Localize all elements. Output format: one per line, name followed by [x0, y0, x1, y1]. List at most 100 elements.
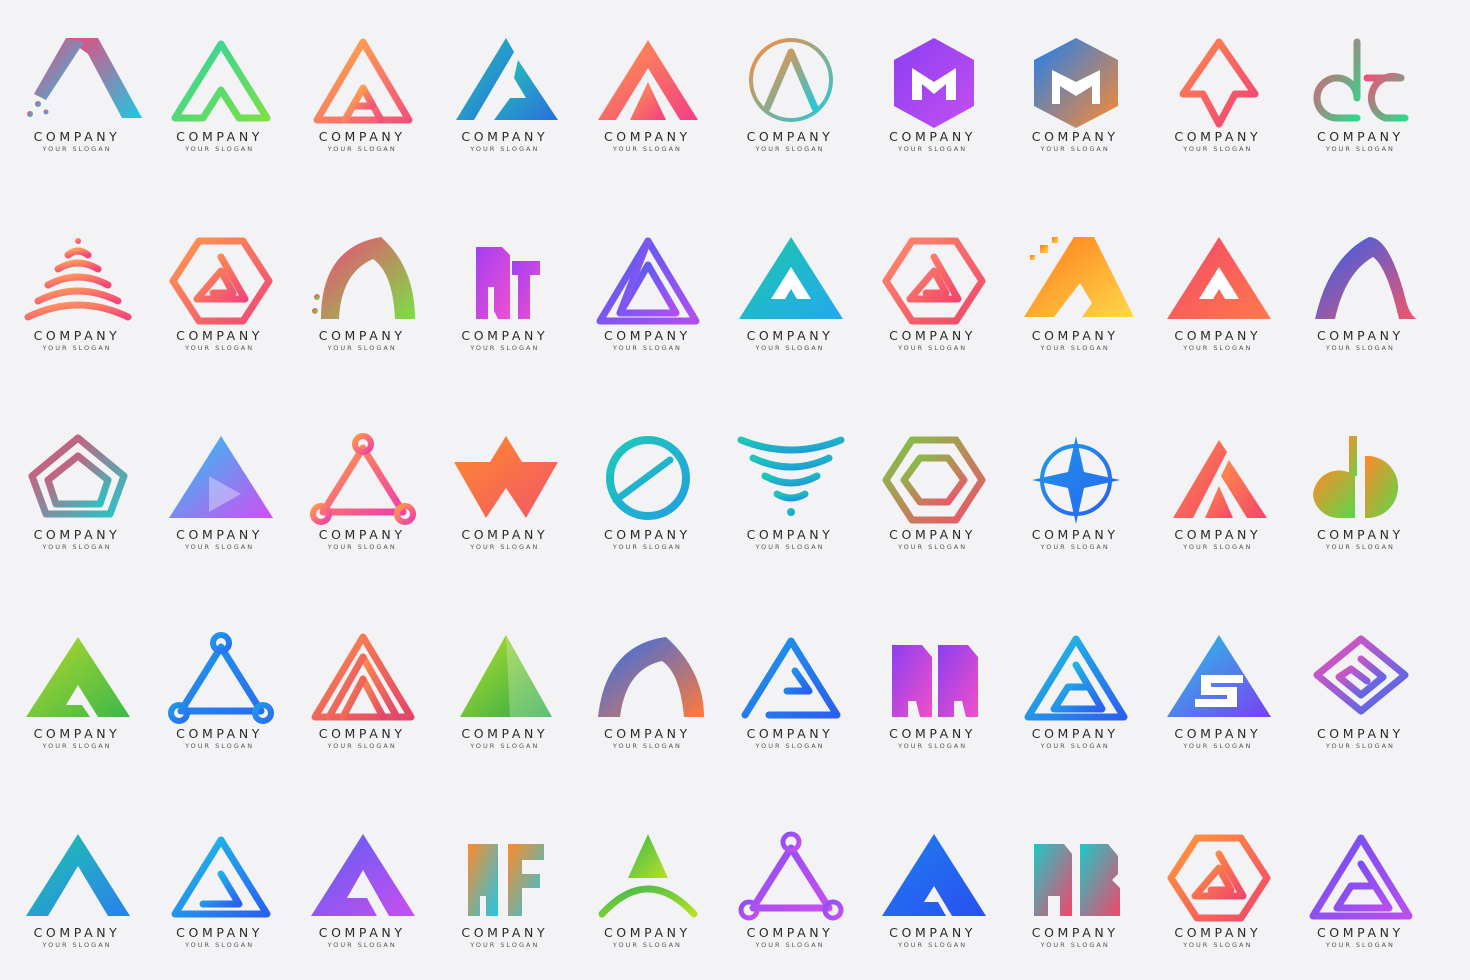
logo-card: COMPANY YOUR SLOGAN — [719, 800, 861, 949]
company-name: COMPANY — [603, 726, 691, 741]
aa-monogram-icon — [891, 645, 978, 717]
logo-card: COMPANY YOUR SLOGAN — [434, 800, 576, 949]
slogan-text: YOUR SLOGAN — [1183, 543, 1253, 551]
circle-a-icon — [749, 38, 833, 122]
logo-card: COMPANY YOUR SLOGAN — [291, 601, 433, 750]
logo-card: COMPANY YOUR SLOGAN — [862, 800, 1004, 949]
logo-card: COMPANY YOUR SLOGAN — [6, 4, 148, 153]
node-triangle-icon — [738, 831, 844, 921]
slogan-text: YOUR SLOGAN — [612, 145, 682, 153]
slogan-text: YOUR SLOGAN — [898, 941, 968, 949]
green-a-icon — [26, 637, 130, 717]
company-name: COMPANY — [1174, 328, 1262, 343]
slogan-text: YOUR SLOGAN — [1183, 941, 1253, 949]
slogan-text: YOUR SLOGAN — [755, 543, 825, 551]
slogan-text: YOUR SLOGAN — [612, 543, 682, 551]
slogan-text: YOUR SLOGAN — [1183, 145, 1253, 153]
slogan-text: YOUR SLOGAN — [1325, 941, 1395, 949]
slogan-text: YOUR SLOGAN — [1325, 543, 1395, 551]
company-name: COMPANY — [461, 328, 549, 343]
slogan-text: YOUR SLOGAN — [185, 145, 255, 153]
company-name: COMPANY — [1316, 527, 1404, 542]
company-name: COMPANY — [461, 527, 549, 542]
triangle-x-icon — [1166, 237, 1271, 319]
logo-card: COMPANY YOUR SLOGAN — [576, 800, 718, 949]
company-name: COMPANY — [176, 129, 263, 144]
slogan-text: YOUR SLOGAN — [42, 941, 112, 949]
logo-card: COMPANY YOUR SLOGAN — [1147, 4, 1289, 153]
blue-a-icon — [171, 836, 271, 918]
logo-card: COMPANY YOUR SLOGAN — [149, 601, 291, 750]
violet-a-icon — [311, 834, 416, 916]
company-name: COMPANY — [1174, 925, 1262, 940]
company-name: COMPANY — [746, 527, 834, 542]
logo-card: COMPANY YOUR SLOGAN — [1004, 4, 1146, 153]
slogan-text: YOUR SLOGAN — [612, 941, 682, 949]
logo-card: COMPANY YOUR SLOGAN — [434, 601, 576, 750]
slogan-text: YOUR SLOGAN — [185, 543, 255, 551]
logo-card: COMPANY YOUR SLOGAN — [6, 402, 148, 551]
logo-card: COMPANY YOUR SLOGAN — [434, 402, 576, 551]
at-monogram-icon — [475, 247, 540, 319]
swoosh-a-icon — [27, 38, 142, 118]
slogan-text: YOUR SLOGAN — [755, 344, 825, 352]
logo-card: COMPANY YOUR SLOGAN — [434, 4, 576, 153]
slogan-text: YOUR SLOGAN — [1040, 941, 1110, 949]
company-name: COMPANY — [1031, 925, 1119, 940]
line-a-icon — [171, 40, 271, 122]
slogan-text: YOUR SLOGAN — [470, 344, 540, 352]
ag-triangle-icon — [1024, 635, 1128, 721]
diamond-g-icon — [1313, 635, 1409, 715]
ae-monogram-icon — [1313, 38, 1409, 122]
logo-card: COMPANY YOUR SLOGAN — [1289, 800, 1431, 949]
green-peak-icon — [459, 635, 552, 717]
company-name: COMPANY — [889, 328, 976, 343]
hexagon-m-icon — [893, 38, 974, 128]
company-name: COMPANY — [603, 925, 691, 940]
company-name: COMPANY — [318, 726, 406, 741]
slogan-text: YOUR SLOGAN — [42, 543, 112, 551]
company-name: COMPANY — [603, 129, 691, 144]
company-name: COMPANY — [1316, 328, 1404, 343]
slogan-text: YOUR SLOGAN — [327, 145, 397, 153]
af-monogram-icon — [467, 844, 544, 916]
slogan-text: YOUR SLOGAN — [1040, 742, 1110, 750]
logo-card: COMPANY YOUR SLOGAN — [719, 402, 861, 551]
company-name: COMPANY — [603, 328, 691, 343]
w-chevron-icon — [453, 436, 558, 518]
company-name: COMPANY — [176, 328, 263, 343]
logo-card: COMPANY YOUR SLOGAN — [576, 601, 718, 750]
bold-a-icon — [881, 834, 986, 916]
company-name: COMPANY — [1031, 129, 1119, 144]
company-name: COMPANY — [1316, 129, 1404, 144]
diamond-outline-icon — [28, 434, 128, 518]
company-name: COMPANY — [461, 925, 549, 940]
company-name: COMPANY — [1031, 527, 1119, 542]
loop-triangle-icon — [310, 433, 417, 525]
logo-card: COMPANY YOUR SLOGAN — [862, 4, 1004, 153]
slogan-text: YOUR SLOGAN — [42, 742, 112, 750]
slogan-text: YOUR SLOGAN — [327, 941, 397, 949]
arrow-a-icon — [1179, 38, 1259, 128]
logo-card: COMPANY YOUR SLOGAN — [291, 402, 433, 551]
slogan-text: YOUR SLOGAN — [327, 543, 397, 551]
logo-card: COMPANY YOUR SLOGAN — [6, 203, 148, 352]
logo-card: COMPANY YOUR SLOGAN — [291, 4, 433, 153]
slogan-text: YOUR SLOGAN — [898, 145, 968, 153]
logo-card: COMPANY YOUR SLOGAN — [576, 203, 718, 352]
line-ae-icon — [741, 637, 841, 719]
company-name: COMPANY — [746, 726, 834, 741]
company-name: COMPANY — [1031, 726, 1119, 741]
logo-grid: COMPANY YOUR SLOGAN COMPANY YOUR SLOGAN COMP… — [0, 0, 1470, 980]
slogan-text: YOUR SLOGAN — [1325, 145, 1395, 153]
company-name: COMPANY — [1174, 726, 1262, 741]
impossible-triangle-icon — [596, 237, 700, 325]
slogan-text: YOUR SLOGAN — [42, 145, 112, 153]
hexagon-spin-icon — [882, 436, 986, 524]
company-name: COMPANY — [176, 527, 263, 542]
slogan-text: YOUR SLOGAN — [185, 742, 255, 750]
slogan-text: YOUR SLOGAN — [612, 344, 682, 352]
slogan-text: YOUR SLOGAN — [327, 344, 397, 352]
company-name: COMPANY — [176, 925, 263, 940]
logo-card: COMPANY YOUR SLOGAN — [719, 4, 861, 153]
